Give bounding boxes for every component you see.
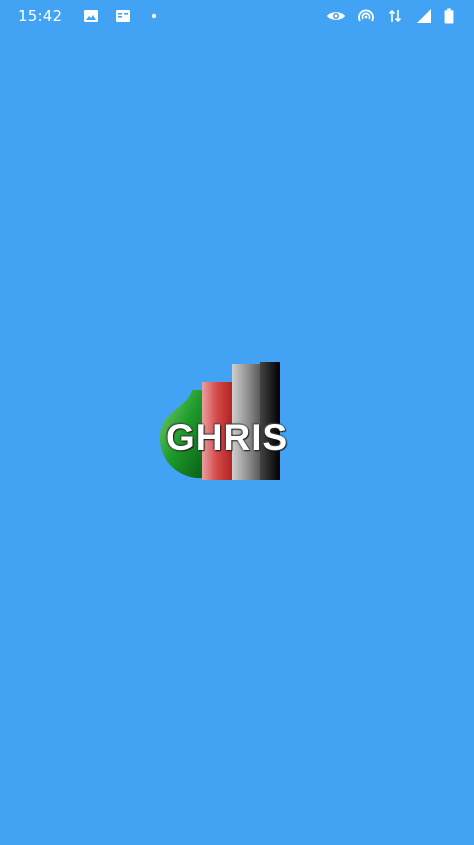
dot-icon [151, 13, 157, 19]
image-notification-icon [84, 10, 98, 22]
calendar-notification-icon [116, 10, 130, 22]
hotspot-icon [358, 9, 374, 22]
eye-icon [327, 12, 345, 20]
splash-screen: 15:42 GHRIS [0, 0, 474, 845]
status-time: 15:42 [18, 7, 63, 25]
app-logo: GHRIS [158, 360, 320, 482]
logo-text: GHRIS [166, 417, 289, 458]
battery-icon [444, 8, 454, 24]
signal-icon [417, 9, 431, 23]
status-bar: 15:42 [0, 0, 474, 32]
data-arrows-icon [388, 9, 402, 23]
